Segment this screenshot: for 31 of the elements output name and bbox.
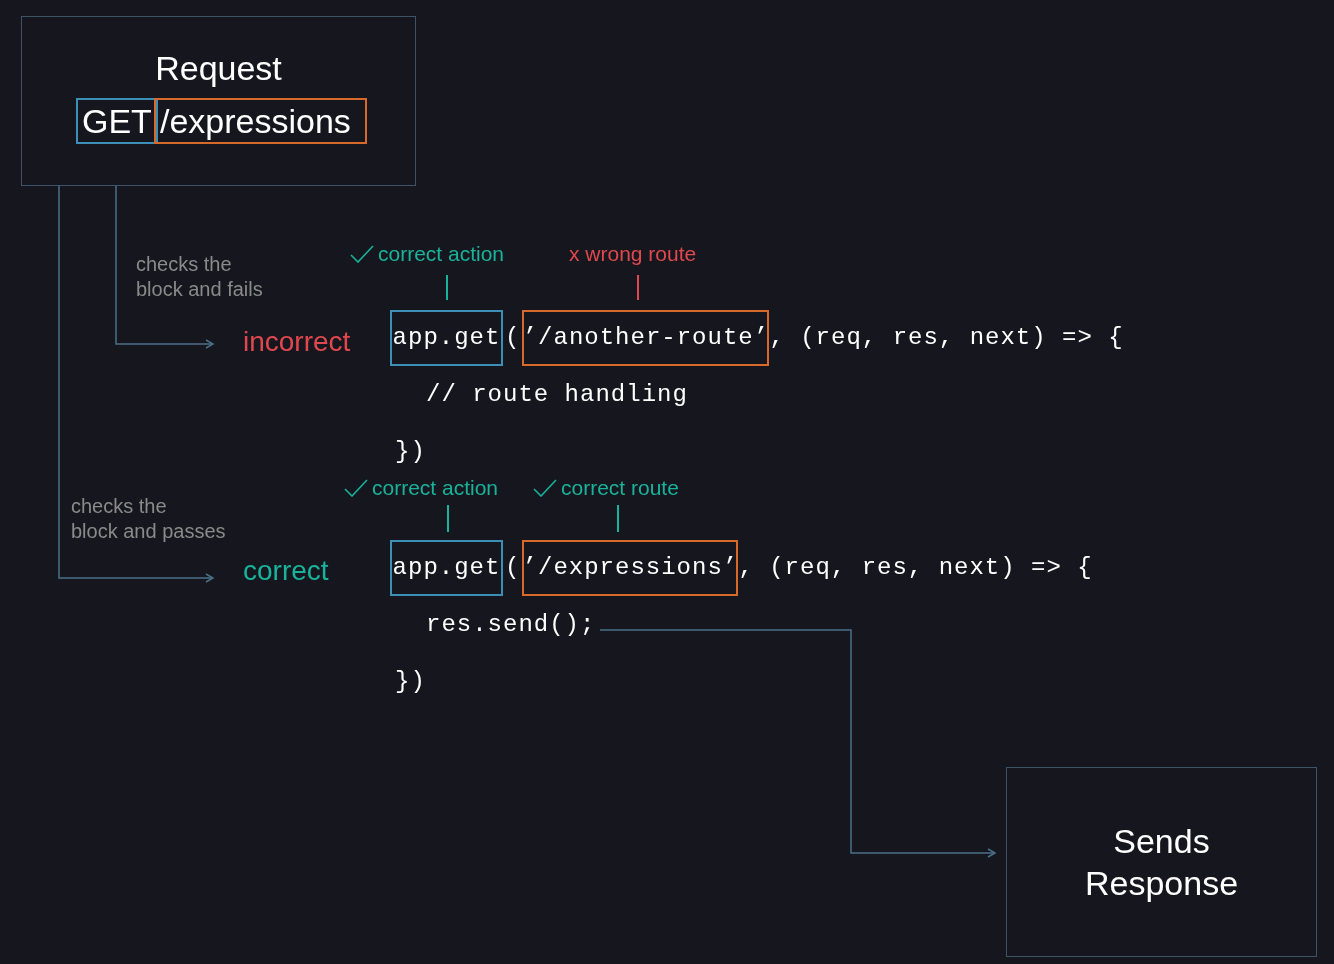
check-icon xyxy=(350,245,374,263)
route-label: /expressions xyxy=(154,98,367,144)
annotation-text: correct action xyxy=(378,241,505,267)
code-text: , (req, res, next) => { xyxy=(738,553,1093,583)
leader-line xyxy=(617,505,619,532)
note-text: checks the block and passes xyxy=(71,494,226,544)
code-text: }) xyxy=(395,667,426,697)
leader-line xyxy=(447,505,449,532)
leader-line xyxy=(446,275,448,300)
annotation-text: correct route xyxy=(561,475,679,501)
annotation-text: correct action xyxy=(372,475,499,501)
result-label: incorrect xyxy=(243,325,351,359)
code-text: ( xyxy=(504,323,522,353)
check-icon xyxy=(533,479,557,497)
node-title: Request xyxy=(154,48,283,89)
code-text: , (req, res, next) => { xyxy=(769,323,1124,353)
note-text: checks the block and fails xyxy=(136,252,263,302)
check-icon xyxy=(344,479,368,497)
code-text: }) xyxy=(395,437,426,467)
route-code: ’/another-route’ xyxy=(522,310,770,366)
route-code: ’/expressions’ xyxy=(522,540,739,596)
annotation-text: x wrong route xyxy=(569,241,697,267)
result-label: correct xyxy=(243,554,329,588)
code-text: ( xyxy=(504,553,522,583)
node-title: Sends Response xyxy=(1084,821,1239,904)
code-text: res.send(); xyxy=(426,610,596,640)
action-code: app.get xyxy=(390,540,503,596)
code-text: // route handling xyxy=(426,380,688,410)
leader-line xyxy=(637,275,639,300)
method-label: GET xyxy=(76,98,158,144)
action-code: app.get xyxy=(390,310,503,366)
